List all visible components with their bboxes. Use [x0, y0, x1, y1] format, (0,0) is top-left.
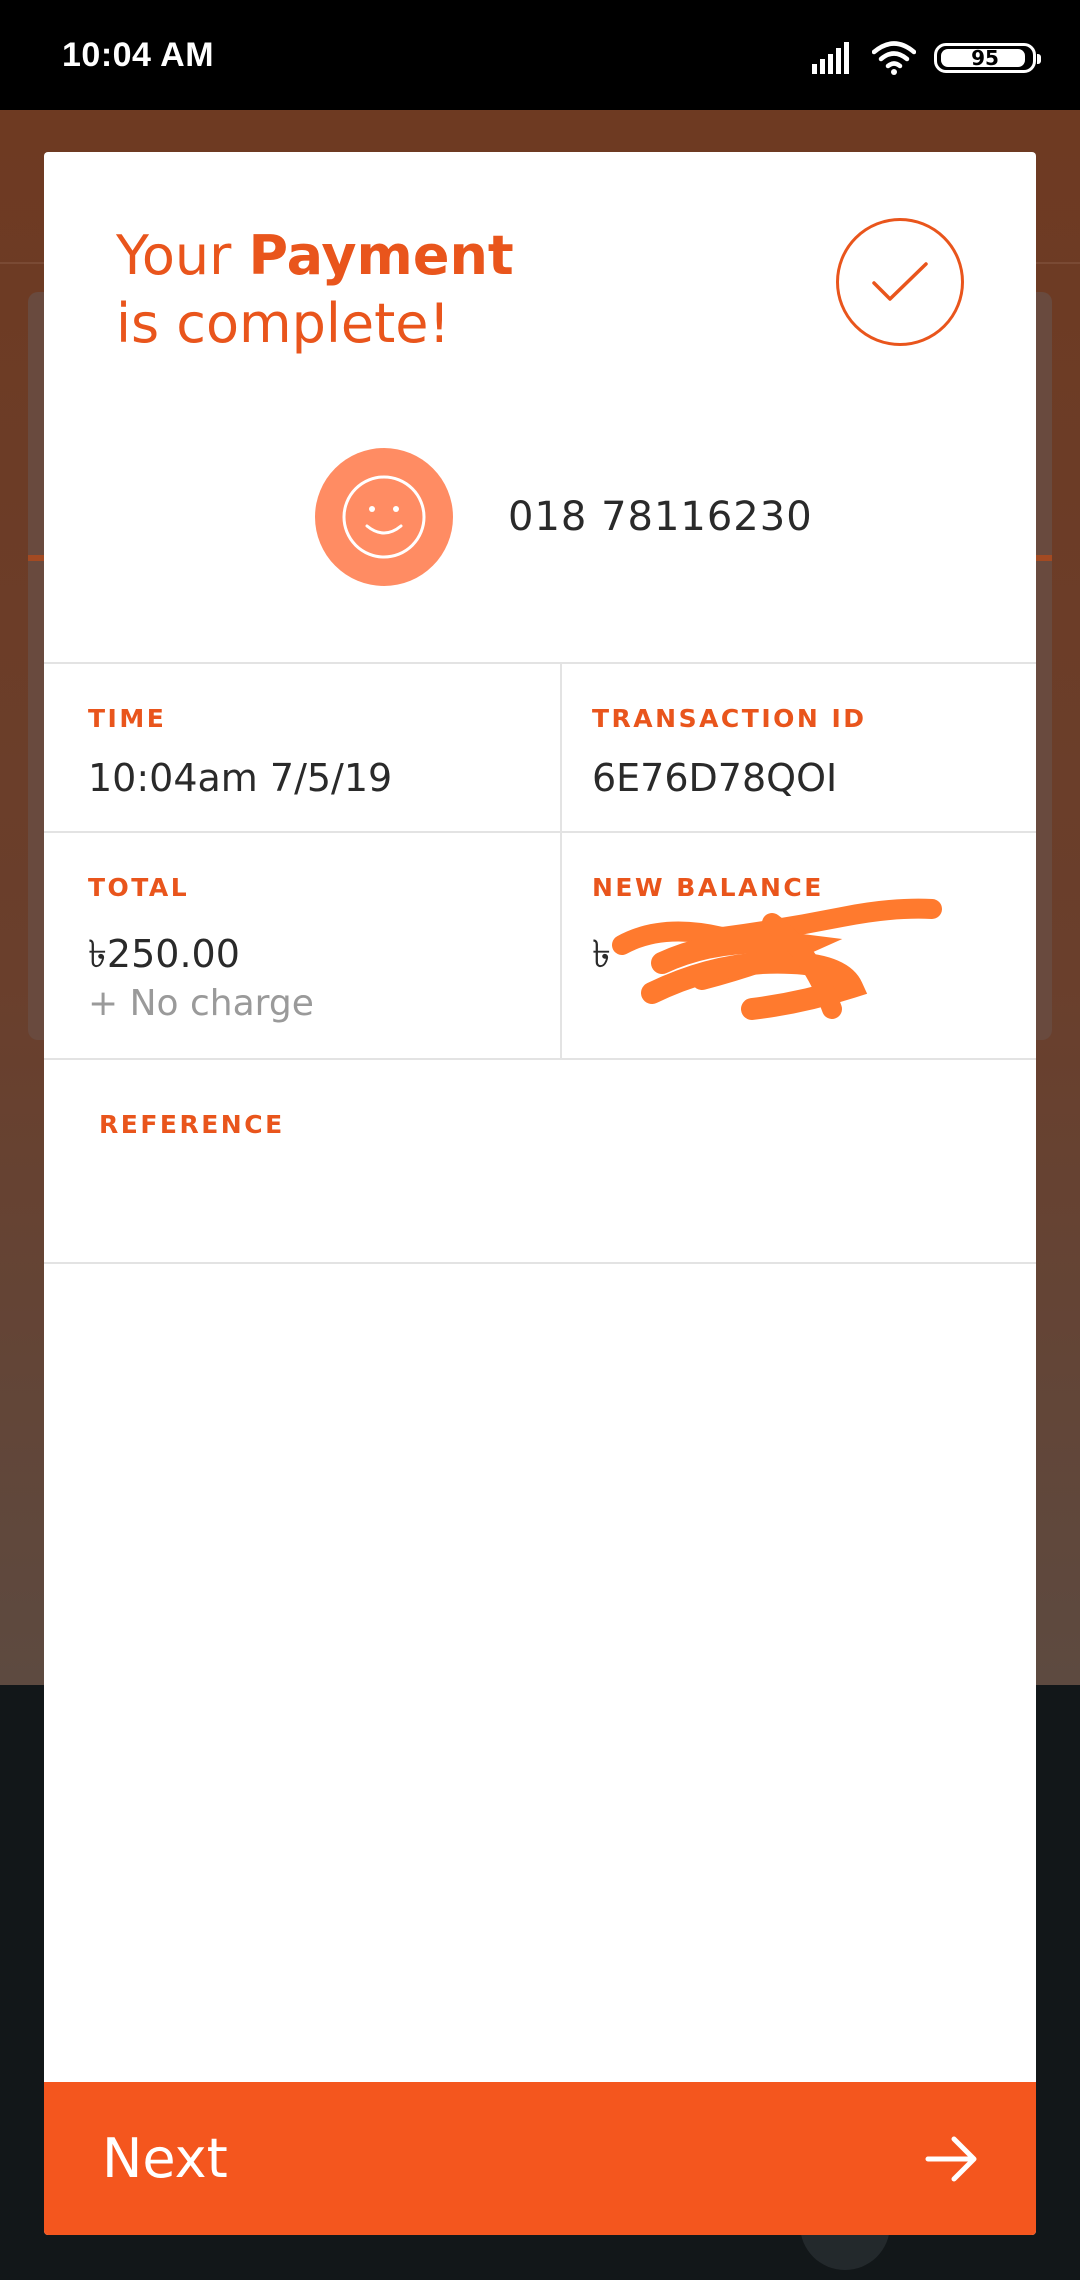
time-cell: TIME 10:04am 7/5/19: [44, 664, 562, 831]
time-label: TIME: [88, 704, 167, 733]
arrow-right-icon: [925, 2136, 977, 2181]
transaction-id-label: TRANSACTION ID: [592, 704, 867, 733]
headline-prefix: Your: [116, 224, 232, 287]
total-label: TOTAL: [88, 873, 190, 902]
signal-icon: [812, 42, 849, 74]
total-value: ৳250.00: [88, 932, 240, 976]
charge-note: + No charge: [88, 983, 314, 1024]
receipt-headline: Your Payment is complete!: [116, 222, 514, 358]
recipient: 018 78116230: [44, 448, 1036, 588]
next-button[interactable]: Next: [44, 2082, 1036, 2235]
transaction-id-value: 6E76D78QOI: [592, 756, 838, 800]
details-row: TOTAL ৳250.00 + No charge NEW BALANCE ৳: [44, 833, 1036, 1060]
redaction-scribble: [612, 898, 942, 1020]
transaction-cell: TRANSACTION ID 6E76D78QOI: [562, 664, 1036, 831]
time-value: 10:04am 7/5/19: [88, 756, 393, 800]
check-icon: [836, 218, 964, 346]
reference-label: REFERENCE: [99, 1110, 285, 1139]
receipt-details: TIME 10:04am 7/5/19 TRANSACTION ID 6E76D…: [44, 662, 1036, 1060]
status-bar: 10:04 AM 95: [0, 0, 1080, 110]
payment-receipt-dialog: Your Payment is complete! 018 78116230 T…: [44, 152, 1036, 2235]
headline-bold: Payment: [248, 224, 514, 287]
wifi-icon: [872, 41, 916, 75]
avatar: [315, 448, 453, 586]
headline-suffix: is complete!: [116, 292, 451, 355]
status-icons: 95: [812, 38, 1041, 78]
next-button-label: Next: [102, 2127, 228, 2190]
reference-section: REFERENCE: [44, 1058, 1036, 1264]
battery-icon: 95: [934, 43, 1041, 73]
details-row: TIME 10:04am 7/5/19 TRANSACTION ID 6E76D…: [44, 664, 1036, 833]
recipient-number: 018 78116230: [508, 494, 813, 540]
balance-cell: NEW BALANCE ৳: [562, 833, 1036, 1058]
status-time: 10:04 AM: [62, 36, 215, 74]
battery-level: 95: [971, 46, 999, 70]
total-cell: TOTAL ৳250.00 + No charge: [44, 833, 562, 1058]
smiley-icon: [342, 475, 426, 559]
